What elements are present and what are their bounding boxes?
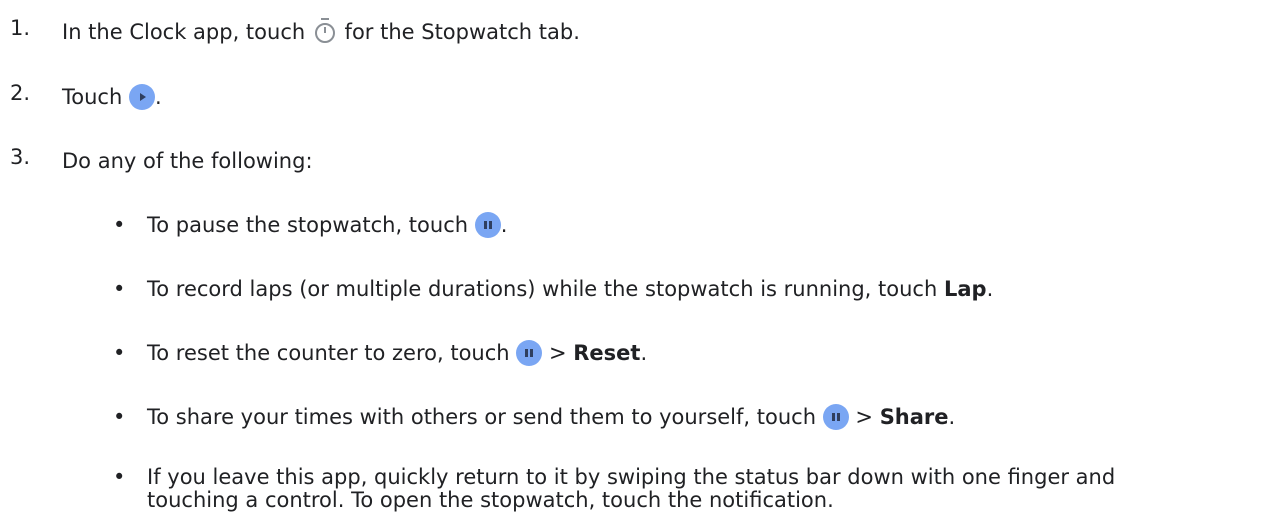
bullet-text-end: . — [500, 213, 508, 237]
step-number: 2. — [10, 81, 31, 105]
bullet-item-continuation: touching a control. To open the stopwatc… — [0, 485, 1269, 515]
step-text-end: . — [154, 85, 162, 109]
pause-button-icon — [516, 340, 543, 366]
bullet-marker: • — [113, 405, 126, 429]
pause-button-icon — [822, 404, 849, 430]
step-number: 3. — [10, 145, 31, 169]
lap-label: Lap — [943, 277, 987, 301]
bullet-marker: • — [113, 341, 126, 365]
bullet-marker: • — [113, 213, 126, 237]
share-label: Share — [879, 405, 949, 429]
separator: > — [548, 341, 567, 365]
bullet-text-end: . — [640, 341, 648, 365]
bullet-item: • To share your times with others or sen… — [0, 402, 1269, 432]
bullet-item: • To record laps (or multiple durations)… — [0, 274, 1269, 304]
bullet-text: To reset the counter to zero, touch — [147, 341, 510, 365]
bullet-item: • To reset the counter to zero, touch > … — [0, 338, 1269, 368]
step-2: 2. Touch . — [0, 81, 1269, 112]
step-3: 3. Do any of the following: — [0, 145, 1269, 176]
bullet-item: • To pause the stopwatch, touch . — [0, 210, 1269, 240]
bullet-text: To pause the stopwatch, touch — [147, 213, 469, 237]
step-text: In the Clock app, touch — [62, 20, 306, 44]
bullet-text: To record laps (or multiple durations) w… — [147, 277, 938, 301]
bullet-text-line-2: touching a control. To open the stopwatc… — [147, 488, 834, 512]
play-button-icon — [128, 84, 155, 110]
bullet-marker: • — [113, 277, 126, 301]
stopwatch-icon — [312, 17, 338, 53]
step-1: 1. In the Clock app, touch for the Stopw… — [0, 16, 1269, 47]
step-text: Touch — [62, 85, 123, 109]
bullet-text-end: . — [986, 277, 994, 301]
reset-label: Reset — [573, 341, 641, 365]
bullet-text: To share your times with others or send … — [147, 405, 817, 429]
step-text: Do any of the following: — [62, 149, 313, 173]
pause-button-icon — [474, 212, 501, 238]
step-number: 1. — [10, 16, 31, 40]
separator: > — [855, 405, 873, 429]
step-text-end: for the Stopwatch tab. — [344, 20, 580, 44]
bullet-text-end: . — [948, 405, 956, 429]
